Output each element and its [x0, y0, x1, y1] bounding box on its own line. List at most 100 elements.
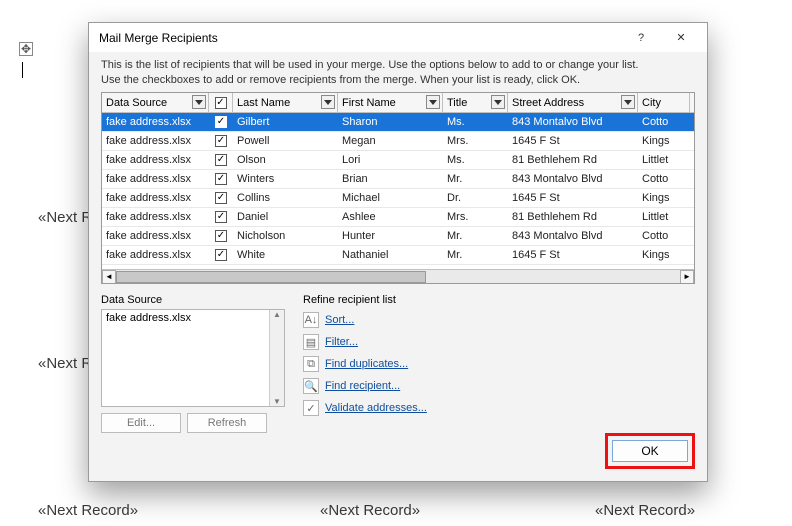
table-row[interactable]: fake address.xlsx✓GilbertSharonMs.843 Mo… [102, 113, 694, 132]
table-cell: ✓ [209, 211, 233, 223]
table-cell: 81 Bethlehem Rd [508, 211, 638, 223]
table-cell: Mr. [443, 230, 508, 242]
table-row[interactable]: fake address.xlsx ✓ NicholsonHunterMr.843 … [102, 227, 694, 246]
scroll-left-button[interactable]: ◄ [102, 270, 116, 284]
table-cell: 1645 F St [508, 249, 638, 261]
scroll-right-button[interactable]: ► [680, 270, 694, 284]
header-street-address[interactable]: Street Address [508, 93, 638, 112]
table-cell: Hunter [338, 230, 443, 242]
table-row[interactable]: fake address.xlsx✓OlsonLoriMs.81 Bethleh… [102, 151, 694, 170]
table-cell: White [233, 249, 338, 261]
table-row[interactable]: fake address.xlsx✓WintersBrianMr.843 Mon… [102, 170, 694, 189]
scroll-track[interactable] [116, 270, 680, 284]
table-cell: fake address.xlsx [102, 249, 209, 261]
table-cell: ✓ [209, 116, 233, 128]
merge-field: «Next Record» [38, 502, 138, 519]
table-cell: Mr. [443, 173, 508, 185]
checkbox[interactable]: ✓ [215, 154, 227, 166]
table-row[interactable]: fake address.xlsx✓CollinsMichaelDr.1645 … [102, 189, 694, 208]
table-cell: 81 Bethlehem Rd [508, 154, 638, 166]
table-cell: ✓ [209, 173, 233, 185]
refine-link-label: Sort... [325, 314, 354, 326]
help-button[interactable]: ? [621, 25, 661, 51]
horizontal-scrollbar[interactable]: ◄ ► [102, 269, 694, 283]
table-cell: Mrs. [443, 135, 508, 147]
scroll-thumb[interactable] [116, 271, 426, 283]
table-row[interactable]: fake address.xlsx✓DanielAshleeMrs.81 Bet… [102, 208, 694, 227]
table-cell: ✓ [209, 135, 233, 147]
find-recipient-link[interactable]: 🔍Find recipient... [303, 375, 695, 397]
header-select-all[interactable]: ✓ [209, 93, 233, 112]
header-data-source[interactable]: Data Source [102, 93, 209, 112]
table-cell: ✓ [209, 249, 233, 261]
checkbox[interactable]: ✓ [215, 230, 227, 242]
refine-icon: ✓ [303, 400, 319, 416]
ok-button[interactable]: OK [612, 440, 688, 462]
chevron-down-icon[interactable] [621, 95, 635, 109]
table-cell: ✓ [209, 192, 233, 204]
checkbox[interactable]: ✓ [215, 135, 227, 147]
table-cell: 843 Montalvo Blvd [508, 230, 638, 242]
data-source-item[interactable]: fake address.xlsx [102, 310, 284, 326]
table-cell: fake address.xlsx [102, 230, 209, 242]
filter-link[interactable]: ▤Filter... [303, 331, 695, 353]
sort-link[interactable]: A↓ Sort... [303, 309, 695, 331]
header-title[interactable]: Title [443, 93, 508, 112]
refine-icon: 🔍 [303, 378, 319, 394]
table-cell: 1645 F St [508, 135, 638, 147]
table-cell: Collins [233, 192, 338, 204]
table-cell: fake address.xlsx [102, 173, 209, 185]
table-cell: Kings [638, 192, 690, 204]
validate-addresses-link[interactable]: ✓ Validate addresses... [303, 397, 695, 419]
data-source-list[interactable]: fake address.xlsx ▲▼ [101, 309, 285, 407]
refine-icon: ⧉ [303, 356, 319, 372]
table-anchor-icon[interactable]: ✥ [19, 42, 33, 56]
edit-button[interactable]: Edit... [101, 413, 181, 433]
table-cell: fake address.xlsx [102, 192, 209, 204]
find-duplicates-link[interactable]: ⧉Find duplicates... [303, 353, 695, 375]
checkbox[interactable]: ✓ [215, 116, 227, 128]
dialog-body: This is the list of recipients that will… [89, 52, 707, 481]
ok-highlight: OK [605, 433, 695, 469]
checkbox[interactable]: ✓ [215, 249, 227, 261]
table-cell: Winters [233, 173, 338, 185]
table-cell: fake address.xlsx [102, 211, 209, 223]
chevron-down-icon[interactable] [321, 95, 335, 109]
close-button[interactable]: ✕ [661, 25, 701, 51]
table-cell: Lori [338, 154, 443, 166]
grid-header-row: Data Source ✓ Last Name First Name Title… [102, 93, 694, 113]
header-city[interactable]: City [638, 93, 690, 112]
table-cell: Daniel [233, 211, 338, 223]
dialog-intro: This is the list of recipients that will… [101, 58, 695, 88]
table-cell: 843 Montalvo Blvd [508, 116, 638, 128]
checkbox[interactable]: ✓ [215, 192, 227, 204]
table-cell: 843 Montalvo Blvd [508, 173, 638, 185]
table-cell: Cotto [638, 230, 690, 242]
table-cell: ✓ [209, 154, 233, 166]
chevron-down-icon[interactable] [426, 95, 440, 109]
header-first-name[interactable]: First Name [338, 93, 443, 112]
vertical-scrollbar[interactable]: ▲▼ [269, 310, 284, 406]
data-source-group: Data Source fake address.xlsx ▲▼ Edit...… [101, 294, 285, 433]
table-cell: Megan [338, 135, 443, 147]
table-cell: Powell [233, 135, 338, 147]
refine-list-label: Refine recipient list [303, 294, 695, 306]
checkbox[interactable]: ✓ [215, 173, 227, 185]
refine-link-label: Validate addresses... [325, 402, 427, 414]
header-last-name[interactable]: Last Name [233, 93, 338, 112]
checkbox[interactable]: ✓ [215, 211, 227, 223]
table-cell: Olson [233, 154, 338, 166]
refine-icon: A↓ [303, 312, 319, 328]
table-cell: Ashlee [338, 211, 443, 223]
chevron-down-icon[interactable] [491, 95, 505, 109]
table-row[interactable]: fake address.xlsx✓PowellMeganMrs.1645 F … [102, 132, 694, 151]
grid-rows: fake address.xlsx✓GilbertSharonMs.843 Mo… [102, 113, 694, 269]
table-cell: Nicholson [233, 230, 338, 242]
chevron-down-icon[interactable] [192, 95, 206, 109]
table-cell: Michael [338, 192, 443, 204]
table-cell: Gilbert [233, 116, 338, 128]
recipients-grid: Data Source ✓ Last Name First Name Title… [101, 92, 695, 284]
dialog-titlebar[interactable]: Mail Merge Recipients ? ✕ [89, 23, 707, 52]
table-row[interactable]: fake address.xlsx✓WhiteNathanielMr.1645 … [102, 246, 694, 265]
refresh-button[interactable]: Refresh [187, 413, 267, 433]
